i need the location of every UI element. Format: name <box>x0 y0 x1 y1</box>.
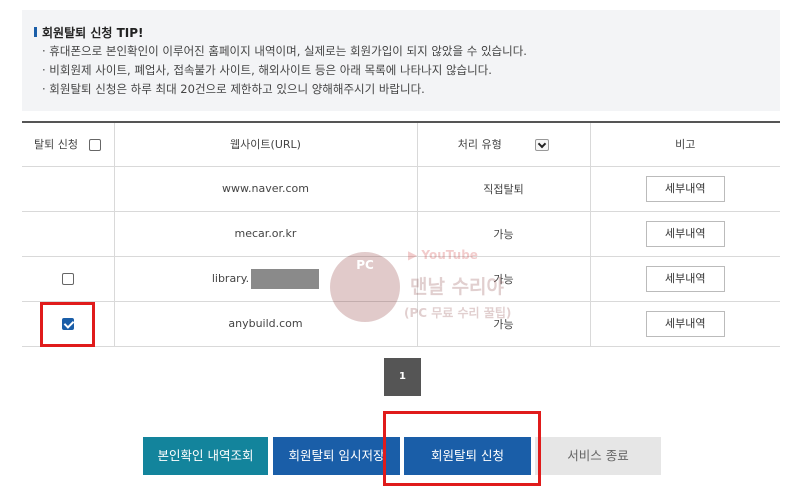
tip-line: · 비회원제 사이트, 폐업사, 접속불가 사이트, 해외사이트 등은 아래 목… <box>42 63 492 77</box>
tip-bullet-icon <box>34 27 37 37</box>
row-note: 세부내역 <box>589 166 780 212</box>
tip-lines: · 휴대폰으로 본인확인이 이루어진 홈페이지 내역이며, 실제로는 회원가입이… <box>34 42 780 99</box>
row-url: library. <box>113 256 417 302</box>
tip-box: 회원탈퇴 신청 TIP! · 휴대폰으로 본인확인이 이루어진 홈페이지 내역이… <box>22 10 780 111</box>
row-checkbox-cell <box>22 256 114 302</box>
row-url: mecar.or.kr <box>113 211 417 257</box>
row-url: anybuild.com <box>113 301 417 347</box>
table-header-row: 탈퇴 신청 웹사이트(URL) 처리 유형 비고 <box>22 122 780 167</box>
header-url: 웹사이트(URL) <box>113 122 417 167</box>
row-type: 직접탈퇴 <box>416 166 590 212</box>
url-wrap: library. <box>211 268 320 289</box>
withdrawal-table: 탈퇴 신청 웹사이트(URL) 처리 유형 비고 www.naver.com 직… <box>22 121 780 347</box>
row-checkbox-cell <box>22 166 114 212</box>
table-row: www.naver.com 직접탈퇴 세부내역 <box>22 166 780 212</box>
row-note: 세부내역 <box>589 301 780 347</box>
header-apply: 탈퇴 신청 <box>22 122 114 167</box>
header-type-label: 처리 유형 <box>457 138 502 152</box>
tip-line: · 회원탈퇴 신청은 하루 최대 20건으로 제한하고 있으니 양해해주시기 바… <box>42 82 425 96</box>
redacted-block <box>251 268 320 289</box>
highlight-apply-button <box>383 411 541 486</box>
detail-button[interactable]: 세부내역 <box>645 310 725 337</box>
row-checkbox[interactable] <box>61 273 74 285</box>
temp-save-button[interactable]: 회원탈퇴 임시저장 <box>273 437 400 475</box>
table-row: mecar.or.kr 가능 세부내역 <box>22 211 780 257</box>
detail-button[interactable]: 세부내역 <box>645 265 725 292</box>
pagination-page-button[interactable]: 1 <box>384 358 421 396</box>
tip-title-text: 회원탈퇴 신청 TIP! <box>42 25 144 40</box>
header-type: 처리 유형 <box>416 122 590 167</box>
highlight-checkbox <box>40 302 95 347</box>
detail-button[interactable]: 세부내역 <box>645 175 725 202</box>
header-note: 비고 <box>589 122 780 167</box>
tip-line: · 휴대폰으로 본인확인이 이루어진 홈페이지 내역이며, 실제로는 회원가입이… <box>42 44 527 58</box>
tip-title: 회원탈퇴 신청 TIP! <box>34 24 780 40</box>
header-apply-label: 탈퇴 신청 <box>34 138 78 152</box>
select-all-checkbox[interactable] <box>89 139 102 152</box>
row-note: 세부내역 <box>589 211 780 257</box>
table-row: anybuild.com 가능 세부내역 <box>22 301 780 347</box>
row-url: www.naver.com <box>113 166 417 212</box>
row-url-text: library. <box>211 272 250 285</box>
detail-button[interactable]: 세부내역 <box>645 220 725 247</box>
row-type: 가능 <box>416 256 590 302</box>
chevron-down-icon[interactable] <box>535 139 550 152</box>
row-type: 가능 <box>416 301 590 347</box>
verify-history-button[interactable]: 본인확인 내역조회 <box>143 437 268 475</box>
table-row: library. 가능 세부내역 <box>22 256 780 302</box>
end-service-button[interactable]: 서비스 종료 <box>535 437 661 475</box>
row-note: 세부내역 <box>589 256 780 302</box>
row-checkbox-cell <box>22 211 114 257</box>
row-type: 가능 <box>416 211 590 257</box>
